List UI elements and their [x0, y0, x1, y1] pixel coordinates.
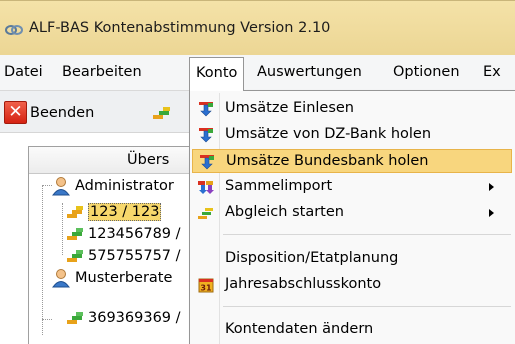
tree-item-account[interactable]: 123456789 /	[67, 223, 181, 245]
menu-bearbeiten[interactable]: Bearbeiten	[62, 64, 142, 80]
calendar-31-icon: 31	[198, 278, 214, 293]
import-arrows-icon	[199, 128, 213, 143]
tree-item-label: 575755757 /	[88, 248, 181, 264]
menu-bar: Datei Bearbeiten Konto Auswertungen Opti…	[0, 55, 515, 91]
tree-item-user[interactable]: Musterberate	[51, 267, 172, 289]
menu-item-label: Umsätze von DZ-Bank holen	[225, 126, 432, 142]
menu-optionen[interactable]: Optionen	[393, 64, 460, 80]
tree-item-account[interactable]: 123 / 123	[67, 201, 162, 223]
menu-separator	[223, 306, 511, 307]
tree-item-label: Administrator	[75, 178, 174, 194]
import-arrows-icon	[199, 102, 213, 117]
submenu-arrow-icon	[489, 209, 494, 217]
menu-item-disposition[interactable]: Disposition/Etatplanung	[192, 247, 512, 271]
tree-item-user[interactable]: Administrator	[51, 175, 174, 197]
menu-item-label: Kontendaten ändern	[225, 321, 374, 337]
menu-extras[interactable]: Ex	[483, 64, 501, 80]
tree-item-label: Musterberate	[75, 270, 173, 286]
menu-item-jahresabschluss[interactable]: 31 Jahresabschlusskonto	[192, 273, 512, 297]
ledger-icon	[67, 206, 83, 218]
panel-header-label: Übers	[127, 152, 170, 168]
menu-auswertungen[interactable]: Auswertungen	[257, 64, 362, 80]
import-arrows-icon	[200, 155, 214, 170]
ledger-icon	[67, 250, 83, 262]
menu-item-dz-bank[interactable]: Umsätze von DZ-Bank holen	[192, 123, 512, 147]
title-bar: ALF-BAS Kontenabstimmung Version 2.10	[0, 0, 515, 55]
menu-konto[interactable]: Konto	[189, 57, 245, 91]
menu-item-label: Umsätze Einlesen	[225, 100, 354, 116]
close-icon: ✕	[4, 101, 27, 124]
menu-item-label: Jahresabschlusskonto	[225, 276, 382, 292]
menu-item-abgleich[interactable]: Abgleich starten	[192, 201, 512, 225]
menu-item-kontendaten[interactable]: Kontendaten ändern	[192, 318, 512, 342]
ledger-icon	[67, 312, 83, 324]
batch-import-icon	[198, 181, 214, 194]
tree-item-label: 123 / 123	[88, 203, 162, 221]
tree-item-label: 369369369 /	[88, 310, 181, 326]
menu-item-umsaetze-einlesen[interactable]: Umsätze Einlesen	[192, 97, 512, 121]
menu-item-label: Umsätze Bundesbank holen	[226, 153, 429, 169]
link-chain-icon	[5, 25, 23, 35]
tree-item-label: 123456789 /	[88, 226, 181, 242]
menu-item-label: Sammelimport	[225, 178, 333, 194]
user-icon	[52, 269, 70, 288]
menu-datei[interactable]: Datei	[4, 64, 43, 80]
quit-button-label: Beenden	[30, 104, 95, 121]
tree-item-account[interactable]: 369369369 /	[67, 307, 181, 329]
user-icon	[52, 177, 70, 196]
tree-connector	[42, 185, 43, 335]
submenu-arrow-icon	[489, 183, 494, 191]
ledger-icon[interactable]	[153, 106, 171, 120]
menu-item-label: Abgleich starten	[225, 204, 344, 220]
tree-connector	[62, 203, 63, 255]
tree-item-account[interactable]: 575755757 /	[67, 245, 181, 267]
menu-item-bundesbank[interactable]: Umsätze Bundesbank holen	[192, 149, 512, 173]
menu-item-sammelimport[interactable]: Sammelimport	[192, 175, 512, 199]
ledger-icon	[67, 228, 83, 240]
tree-connector	[42, 319, 52, 320]
quit-button[interactable]: ✕ Beenden	[4, 100, 94, 125]
ledger-icon	[198, 208, 213, 219]
menu-item-label: Disposition/Etatplanung	[225, 250, 399, 266]
konto-dropdown-menu: Umsätze Einlesen Umsätze von DZ-Bank hol…	[189, 90, 515, 344]
menu-separator	[223, 234, 511, 235]
window-title: ALF-BAS Kontenabstimmung Version 2.10	[29, 20, 331, 36]
svg-text:31: 31	[200, 284, 212, 293]
